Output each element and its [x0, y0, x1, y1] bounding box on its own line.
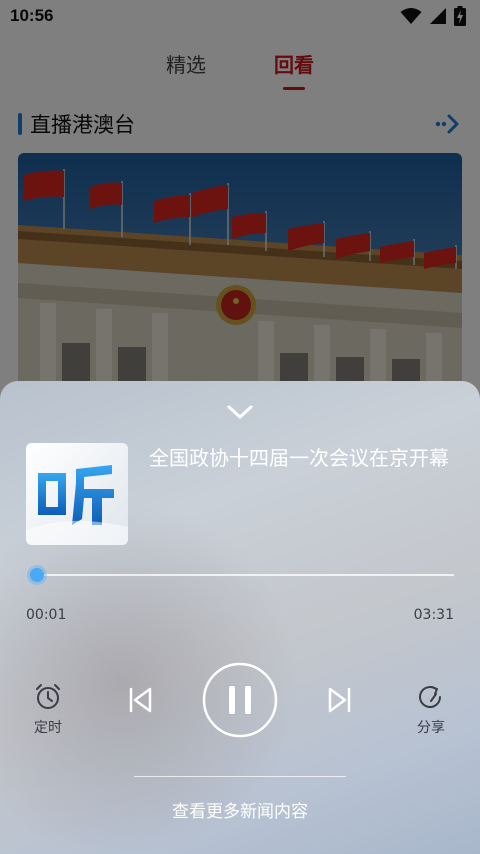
timer-button[interactable]: 定时 [30, 683, 66, 737]
alarm-clock-icon [36, 684, 60, 709]
share-label: 分享 [417, 720, 445, 736]
program-cover [26, 443, 128, 545]
total-time: 03:31 [413, 607, 454, 623]
track-title: 全国政协十四届一次会议在京开幕 [149, 446, 449, 470]
more-news-link[interactable]: 查看更多新闻内容 [0, 797, 480, 822]
player-sheet: 全国政协十四届一次会议在京开幕 00:01 03:31 定时 分享 查看更多新闻… [0, 381, 480, 854]
ting-logo-icon [26, 443, 128, 545]
share-icon [419, 686, 441, 708]
divider [134, 776, 346, 777]
progress-bar[interactable] [30, 568, 454, 582]
pause-icon [229, 686, 235, 714]
current-time: 00:01 [26, 607, 67, 623]
skip-previous-icon[interactable] [126, 685, 154, 715]
chevron-down-icon[interactable] [224, 401, 256, 423]
share-button[interactable]: 分享 [412, 683, 450, 737]
timer-label: 定时 [34, 720, 62, 736]
skip-next-icon[interactable] [326, 685, 354, 715]
pause-button[interactable] [202, 662, 278, 738]
progress-knob[interactable] [30, 568, 44, 582]
